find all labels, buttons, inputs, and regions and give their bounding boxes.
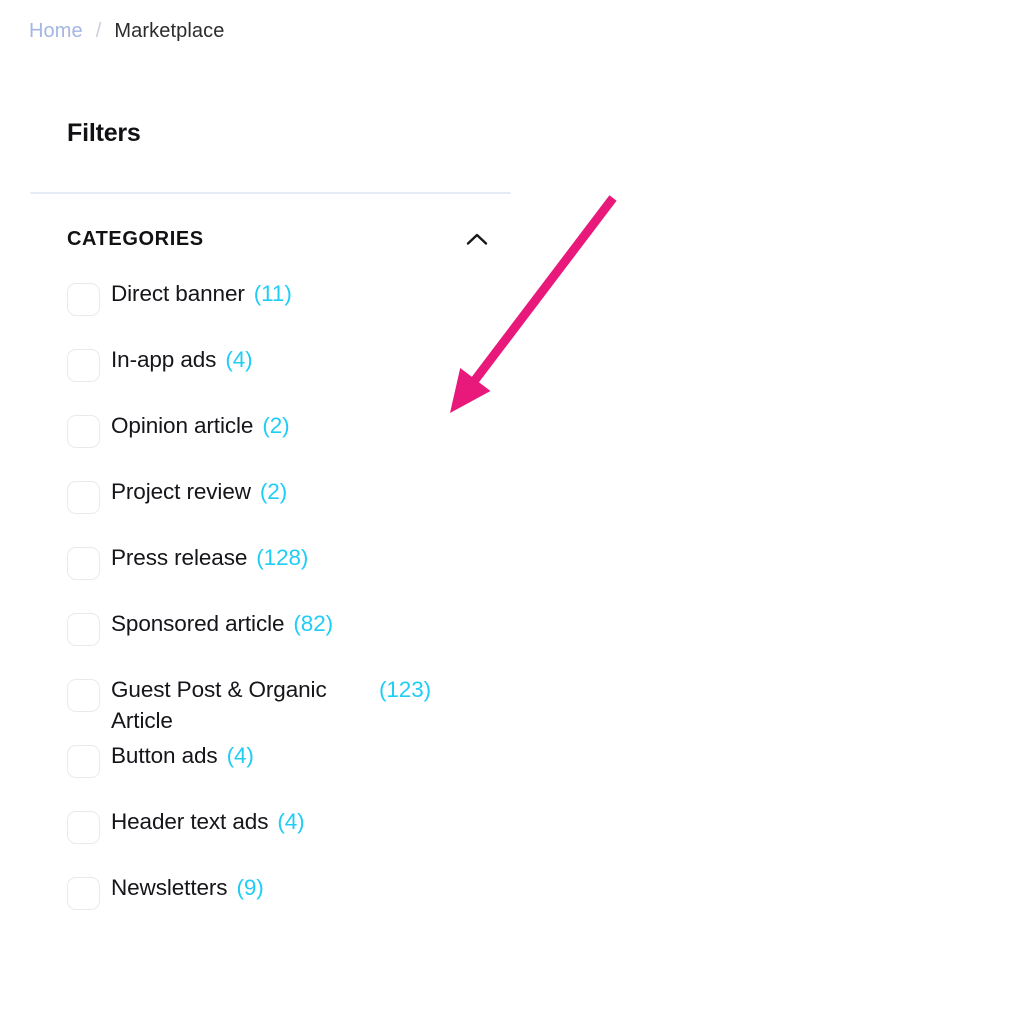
- category-row-opinion-article[interactable]: Opinion article (2): [67, 410, 512, 476]
- category-row-guest-post-organic-article[interactable]: Guest Post & Organic Article (123): [67, 674, 512, 740]
- category-label: Project review: [111, 476, 251, 507]
- category-label: Direct banner: [111, 278, 245, 309]
- checkbox-project-review[interactable]: [67, 481, 100, 514]
- category-label: Button ads: [111, 740, 218, 771]
- category-count: (123): [379, 674, 431, 705]
- breadcrumb-current-marketplace: Marketplace: [114, 20, 224, 43]
- page-title: Filters: [30, 118, 512, 148]
- category-row-body: Guest Post & Organic Article (123): [111, 674, 512, 736]
- category-row-body: Press release (128): [111, 542, 512, 573]
- categories-section-header[interactable]: CATEGORIES: [30, 226, 512, 252]
- category-row-button-ads[interactable]: Button ads (4): [67, 740, 512, 806]
- category-count: (82): [293, 608, 333, 639]
- chevron-up-icon[interactable]: [464, 226, 490, 252]
- checkbox-press-release[interactable]: [67, 547, 100, 580]
- category-count: (9): [236, 872, 263, 903]
- breadcrumb: Home / Marketplace: [29, 20, 224, 43]
- checkbox-direct-banner[interactable]: [67, 283, 100, 316]
- panel-divider: [30, 192, 511, 194]
- marketplace-filters-page: Home / Marketplace Filters CATEGORIES Di…: [0, 0, 1014, 1010]
- breadcrumb-separator: /: [96, 20, 102, 43]
- checkbox-sponsored-article[interactable]: [67, 613, 100, 646]
- category-label: Press release: [111, 542, 247, 573]
- category-row-body: Header text ads (4): [111, 806, 512, 837]
- category-row-body: Opinion article (2): [111, 410, 512, 441]
- checkbox-opinion-article[interactable]: [67, 415, 100, 448]
- category-row-header-text-ads[interactable]: Header text ads (4): [67, 806, 512, 872]
- category-count: (4): [277, 806, 304, 837]
- checkbox-header-text-ads[interactable]: [67, 811, 100, 844]
- category-row-body: Project review (2): [111, 476, 512, 507]
- checkbox-button-ads[interactable]: [67, 745, 100, 778]
- category-count: (4): [227, 740, 254, 771]
- category-row-in-app-ads[interactable]: In-app ads (4): [67, 344, 512, 410]
- category-row-body: Newsletters (9): [111, 872, 512, 903]
- category-count: (2): [262, 410, 289, 441]
- categories-list: Direct banner (11) In-app ads (4) Opinio…: [30, 278, 512, 938]
- category-row-body: Sponsored article (82): [111, 608, 512, 639]
- category-row-press-release[interactable]: Press release (128): [67, 542, 512, 608]
- category-label: Opinion article: [111, 410, 253, 441]
- category-row-direct-banner[interactable]: Direct banner (11): [67, 278, 512, 344]
- category-count: (128): [256, 542, 308, 573]
- category-label: Header text ads: [111, 806, 268, 837]
- category-label: Guest Post & Organic Article: [111, 674, 379, 736]
- category-row-sponsored-article[interactable]: Sponsored article (82): [67, 608, 512, 674]
- category-row-body: Button ads (4): [111, 740, 512, 771]
- category-row-project-review[interactable]: Project review (2): [67, 476, 512, 542]
- category-row-newsletters[interactable]: Newsletters (9): [67, 872, 512, 938]
- category-label: In-app ads: [111, 344, 216, 375]
- category-row-body: Direct banner (11): [111, 278, 512, 309]
- categories-section-title: CATEGORIES: [67, 228, 204, 251]
- breadcrumb-link-home[interactable]: Home: [29, 20, 83, 43]
- category-row-body: In-app ads (4): [111, 344, 512, 375]
- filters-panel: Filters CATEGORIES Direct banner (11): [30, 118, 512, 938]
- category-label: Newsletters: [111, 872, 227, 903]
- checkbox-guest-post-organic-article[interactable]: [67, 679, 100, 712]
- category-count: (4): [225, 344, 252, 375]
- checkbox-in-app-ads[interactable]: [67, 349, 100, 382]
- checkbox-newsletters[interactable]: [67, 877, 100, 910]
- category-count: (11): [254, 278, 292, 309]
- category-label: Sponsored article: [111, 608, 284, 639]
- category-count: (2): [260, 476, 287, 507]
